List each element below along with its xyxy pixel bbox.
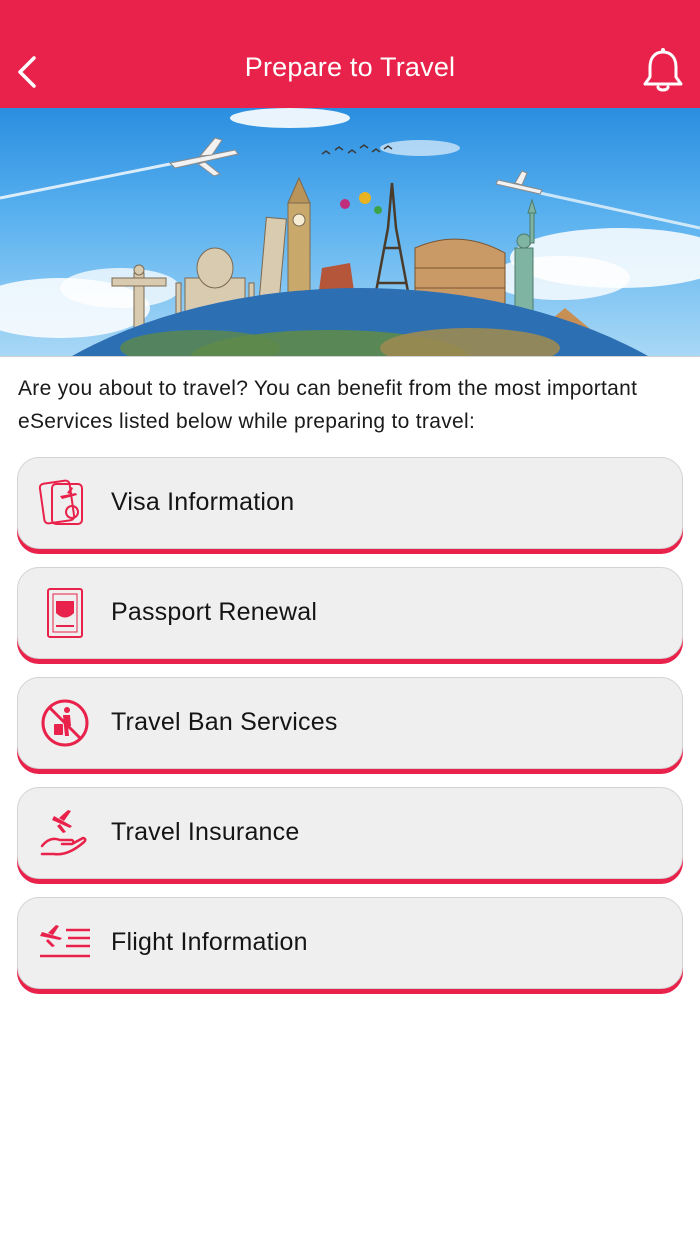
service-label: Travel Insurance: [111, 818, 300, 846]
flight-info-icon: [38, 916, 92, 970]
bell-icon: [643, 48, 683, 92]
travel-landmarks-globe-banner: [0, 108, 700, 356]
service-label: Passport Renewal: [111, 598, 318, 626]
travel-ban-icon: [38, 696, 92, 750]
app-header: Prepare to Travel: [0, 0, 700, 108]
service-label: Visa Information: [111, 488, 295, 516]
passport-icon: [38, 586, 92, 640]
intro-text: Are you about to travel? You can benefit…: [18, 377, 638, 433]
visa-information-button[interactable]: Visa Information: [17, 457, 683, 549]
service-label: Travel Ban Services: [111, 708, 338, 736]
visa-icon: [38, 476, 92, 530]
notifications-button[interactable]: [640, 46, 686, 96]
page-title: Prepare to Travel: [244, 52, 456, 82]
travel-insurance-icon: [38, 806, 92, 860]
flight-information-button[interactable]: Flight Information: [17, 897, 683, 989]
services-list: Visa Information Passport Renewal Travel…: [17, 457, 683, 1007]
travel-banner: [0, 108, 700, 356]
service-label: Flight Information: [111, 928, 308, 956]
passport-renewal-button[interactable]: Passport Renewal: [17, 567, 683, 659]
travel-insurance-button[interactable]: Travel Insurance: [17, 787, 683, 879]
banner-divider: [0, 356, 700, 357]
travel-ban-services-button[interactable]: Travel Ban Services: [17, 677, 683, 769]
